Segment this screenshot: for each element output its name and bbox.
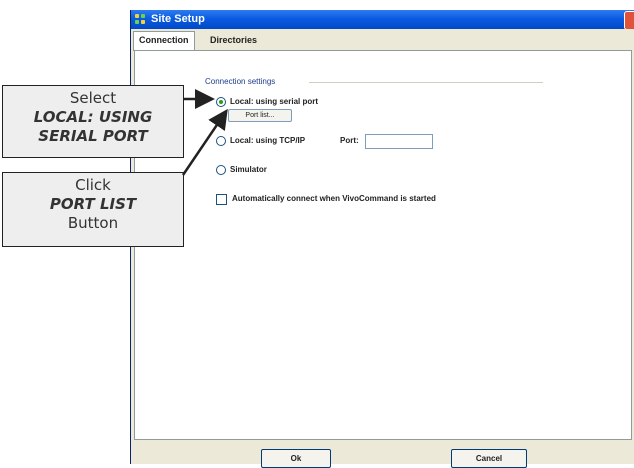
arrow-to-port-list-button <box>181 108 228 176</box>
callout-arrows <box>181 89 228 176</box>
